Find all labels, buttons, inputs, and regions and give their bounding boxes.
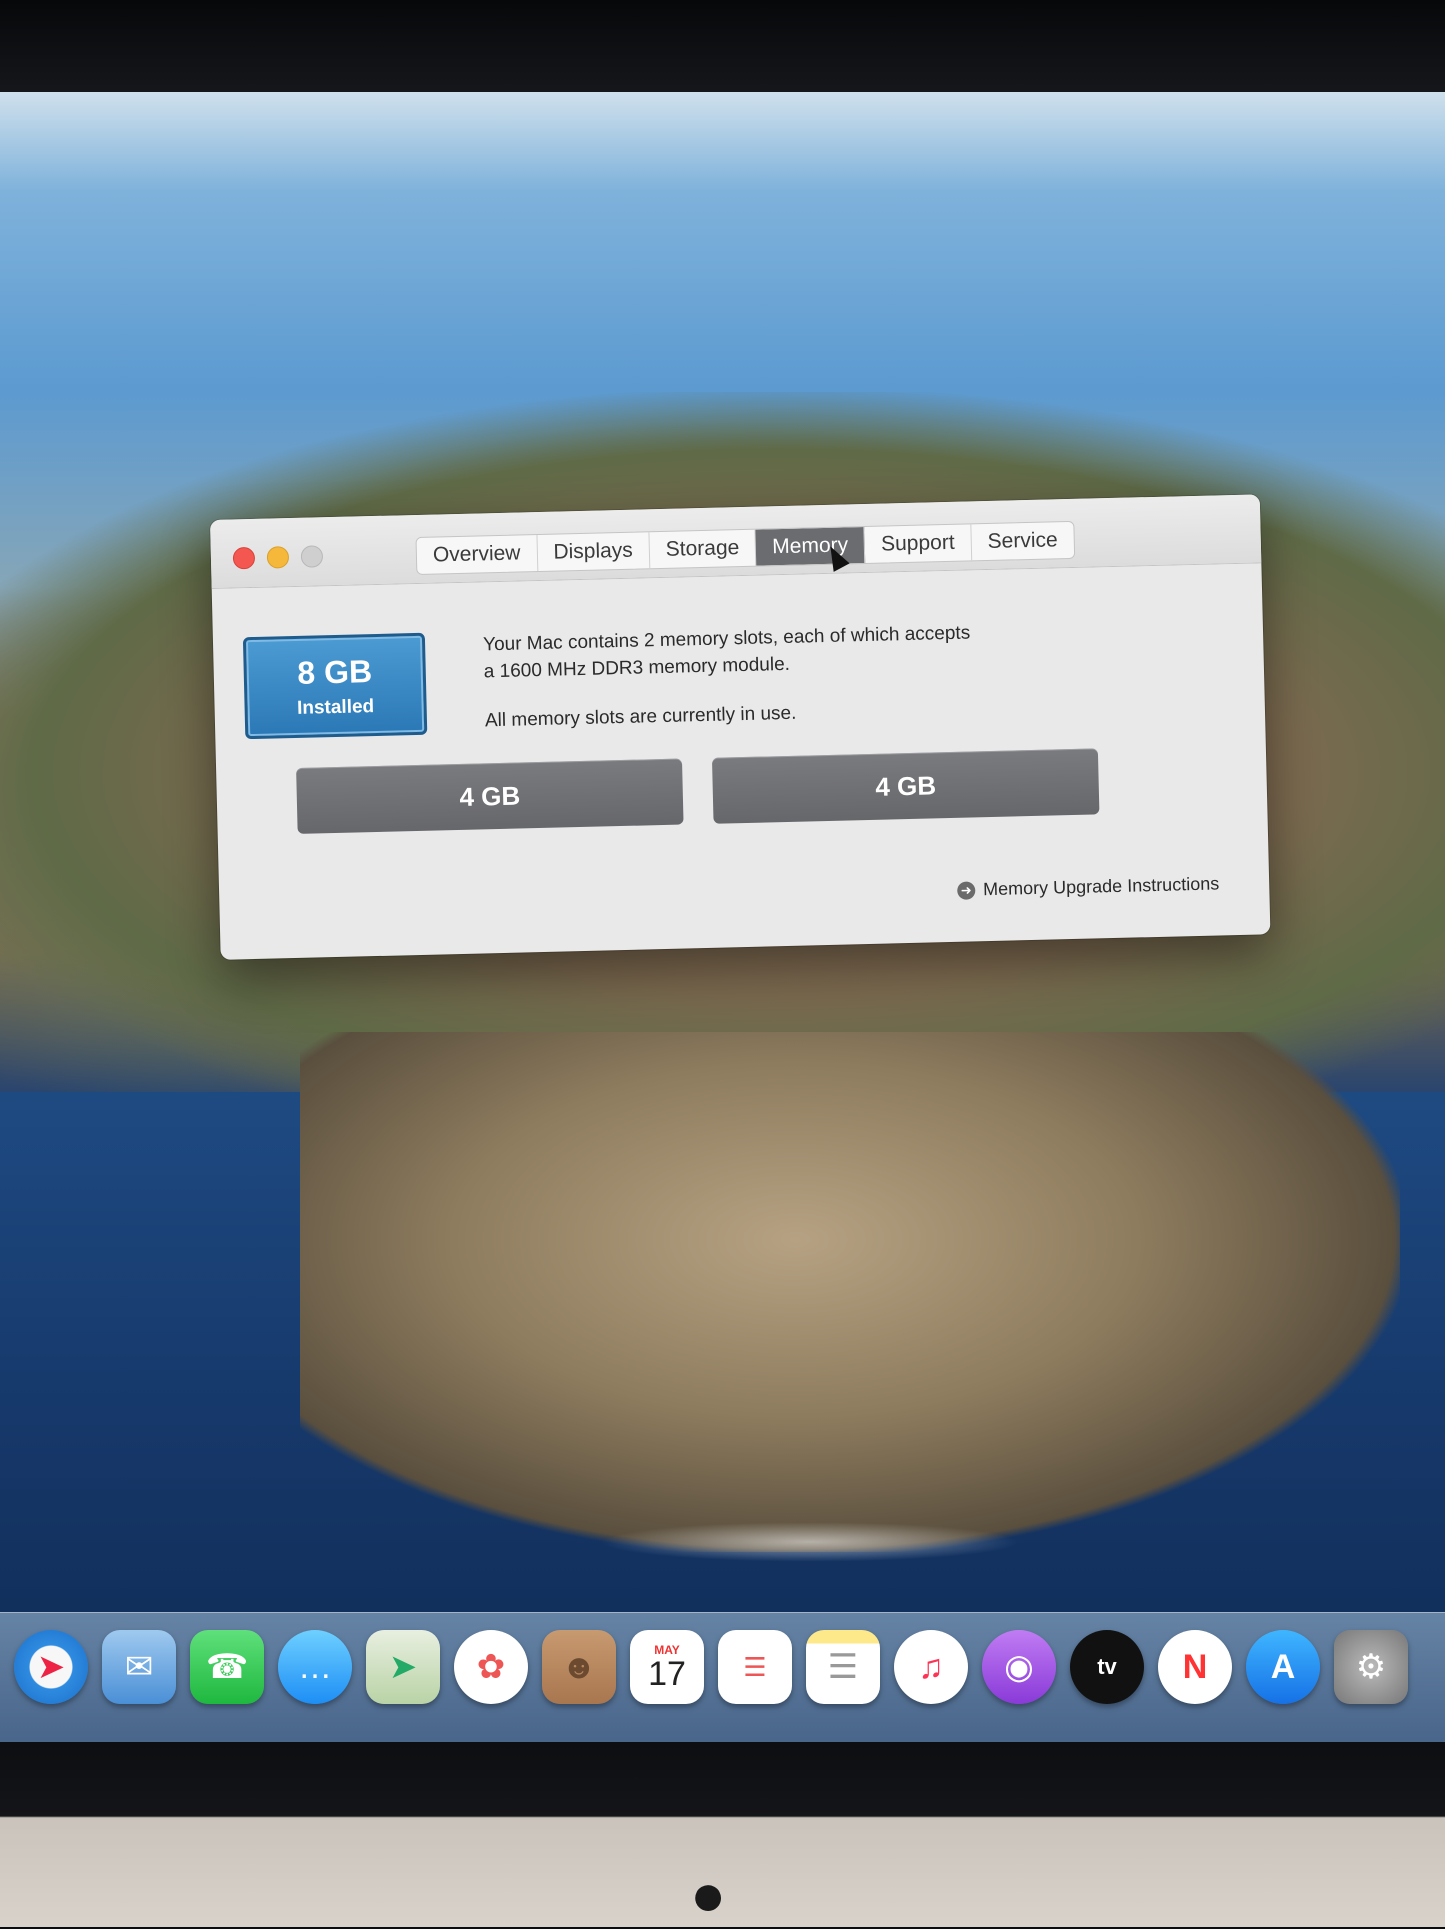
tab-bar: Overview Displays Storage Memory Support… xyxy=(415,520,1076,575)
about-this-mac-window: Overview Displays Storage Memory Support… xyxy=(210,494,1271,960)
messages-icon[interactable]: … xyxy=(278,1630,352,1704)
photos-icon[interactable]: ✿ xyxy=(454,1630,528,1704)
memory-description: Your Mac contains 2 memory slots, each o… xyxy=(483,617,1085,735)
contacts-icon[interactable]: ☻ xyxy=(542,1630,616,1704)
minimize-button[interactable] xyxy=(266,546,290,569)
memory-slot-status: All memory slots are currently in use. xyxy=(484,702,797,732)
tv-icon[interactable]: tv xyxy=(1070,1630,1144,1704)
mail-icon[interactable]: ✉ xyxy=(102,1630,176,1704)
wallpaper-surf xyxy=(600,1522,1020,1562)
notes-icon[interactable]: ☰ xyxy=(806,1630,880,1704)
podcasts-icon[interactable]: ◉ xyxy=(982,1630,1056,1704)
system-preferences-icon[interactable]: ⚙ xyxy=(1334,1630,1408,1704)
tab-overview[interactable]: Overview xyxy=(416,535,538,574)
installed-memory-amount: 8 GB xyxy=(296,653,373,691)
reminders-icon[interactable]: ☰ xyxy=(718,1630,792,1704)
app-store-icon[interactable]: A xyxy=(1246,1630,1320,1704)
calendar-day: 17 xyxy=(648,1655,686,1693)
tab-memory[interactable]: Memory xyxy=(755,527,866,566)
monitor-bezel-top xyxy=(0,0,1445,95)
installed-memory-label: Installed xyxy=(296,696,375,719)
dock-icons: ➤ ✉ ☎ … ➤ ✿ ☻ MAY 17 ☰ ☰ ♫ ◉ tv N A ⚙ xyxy=(14,1630,1408,1704)
calendar-icon[interactable]: MAY 17 xyxy=(630,1630,704,1704)
wallpaper-rocks xyxy=(300,1032,1400,1552)
tab-displays[interactable]: Displays xyxy=(536,532,651,572)
memory-slot-1: 4 GB xyxy=(296,758,684,834)
zoom-button xyxy=(300,545,324,568)
music-icon[interactable]: ♫ xyxy=(894,1630,968,1704)
safari-icon[interactable]: ➤ xyxy=(14,1630,88,1704)
tv-icon-label: tv xyxy=(1097,1654,1117,1679)
arrow-right-circle-icon: ➜ xyxy=(956,880,976,900)
tab-service[interactable]: Service xyxy=(971,522,1074,560)
tab-storage[interactable]: Storage xyxy=(649,529,757,569)
maps-icon[interactable]: ➤ xyxy=(366,1630,440,1704)
memory-upgrade-instructions-link[interactable]: ➜ Memory Upgrade Instructions xyxy=(956,873,1220,900)
tab-support[interactable]: Support xyxy=(864,524,973,563)
memory-upgrade-instructions-label: Memory Upgrade Instructions xyxy=(982,873,1220,900)
close-button[interactable] xyxy=(232,546,256,570)
news-icon[interactable]: N xyxy=(1158,1630,1232,1704)
memory-slot-2: 4 GB xyxy=(711,748,1100,824)
apple-logo-icon: ● xyxy=(690,1861,727,1928)
installed-memory-badge: 8 GB Installed xyxy=(242,632,428,740)
facetime-icon[interactable]: ☎ xyxy=(190,1630,264,1704)
